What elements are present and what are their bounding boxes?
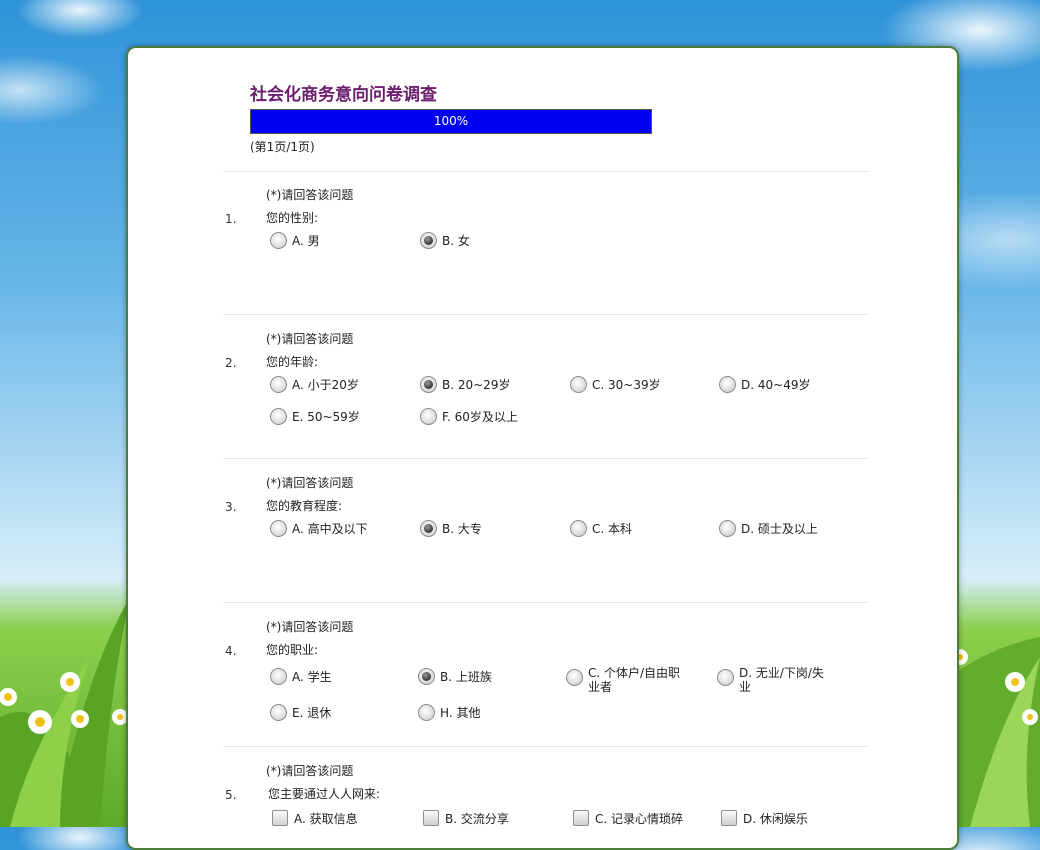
radio-button[interactable]: [420, 232, 437, 249]
option-a[interactable]: A. 获取信息: [272, 810, 358, 826]
radio-button[interactable]: [418, 668, 435, 685]
option-b[interactable]: B. 大专: [420, 520, 482, 537]
option-label: A. 小于20岁: [292, 378, 359, 392]
question-text: 您的职业:: [266, 643, 319, 657]
progress-bar: 100%: [250, 109, 652, 134]
option-c[interactable]: C. 本科: [570, 520, 633, 537]
required-note: (*)请回答该问题: [266, 764, 354, 778]
option-label: E. 50~59岁: [292, 410, 360, 424]
option-c[interactable]: C. 记录心情琐碎: [573, 810, 684, 826]
radio-button[interactable]: [566, 669, 583, 686]
option-a[interactable]: A. 高中及以下: [270, 520, 368, 537]
progress-text: 100%: [433, 114, 469, 128]
checkbox[interactable]: [272, 810, 288, 826]
option-d[interactable]: D. 无业/下岗/失业: [717, 666, 832, 694]
checkbox[interactable]: [721, 810, 737, 826]
required-note: (*)请回答该问题: [266, 188, 354, 202]
required-note: (*)请回答该问题: [266, 620, 354, 634]
radio-button[interactable]: [420, 408, 437, 425]
radio-button[interactable]: [717, 669, 734, 686]
option-label: B. 上班族: [440, 670, 492, 684]
question-text: 您的教育程度:: [266, 499, 343, 513]
survey-title: 社会化商务意向问卷调查: [250, 85, 437, 105]
option-label: C. 个体户/自由职业者: [588, 666, 681, 694]
option-label: C. 30~39岁: [592, 378, 661, 392]
option-d[interactable]: D. 硕士及以上: [719, 520, 818, 537]
question-text: 您主要通过人人网来:: [268, 787, 381, 801]
option-e[interactable]: E. 退休: [270, 704, 332, 721]
question-number: 5.: [225, 788, 237, 802]
question-number: 3.: [225, 500, 237, 514]
radio-button[interactable]: [270, 704, 287, 721]
question-text: 您的年龄:: [266, 355, 319, 369]
option-a[interactable]: A. 学生: [270, 668, 332, 685]
option-label: C. 本科: [592, 522, 633, 536]
option-a-male[interactable]: A. 男: [270, 232, 320, 249]
option-label: D. 40~49岁: [741, 378, 811, 392]
option-b[interactable]: B. 交流分享: [423, 810, 509, 826]
checkbox[interactable]: [573, 810, 589, 826]
option-label: D. 硕士及以上: [741, 522, 818, 536]
question-number: 4.: [225, 644, 237, 658]
grass-decoration-right: [950, 637, 1040, 827]
option-label: B. 20~29岁: [442, 378, 511, 392]
survey-panel: 社会化商务意向问卷调查 100% (第1页/1页) (*)请回答该问题 1. 您…: [126, 46, 959, 850]
radio-button[interactable]: [418, 704, 435, 721]
required-note: (*)请回答该问题: [266, 476, 354, 490]
option-d[interactable]: D. 40~49岁: [719, 376, 811, 393]
option-label: B. 大专: [442, 522, 482, 536]
radio-button[interactable]: [420, 376, 437, 393]
grass-decoration-left: [0, 597, 130, 827]
radio-button[interactable]: [719, 520, 736, 537]
option-c[interactable]: C. 个体户/自由职业者: [566, 666, 691, 694]
question-number: 1.: [225, 212, 237, 226]
question-text: 您的性别:: [266, 211, 319, 225]
option-label: F. 60岁及以上: [442, 410, 518, 424]
required-note: (*)请回答该问题: [266, 332, 354, 346]
divider: [223, 602, 868, 603]
radio-button[interactable]: [270, 520, 287, 537]
divider: [223, 171, 868, 172]
checkbox[interactable]: [423, 810, 439, 826]
option-c[interactable]: C. 30~39岁: [570, 376, 661, 393]
radio-button[interactable]: [420, 520, 437, 537]
page-info: (第1页/1页): [250, 140, 315, 154]
radio-button[interactable]: [570, 376, 587, 393]
divider: [223, 746, 868, 747]
divider: [223, 314, 868, 315]
option-f[interactable]: F. 60岁及以上: [420, 408, 518, 425]
option-label: C. 记录心情琐碎: [595, 812, 684, 826]
option-label: E. 退休: [292, 706, 332, 720]
radio-button[interactable]: [270, 408, 287, 425]
option-label: D. 休闲娱乐: [743, 812, 808, 826]
radio-button[interactable]: [270, 232, 287, 249]
option-label: A. 高中及以下: [292, 522, 368, 536]
option-a[interactable]: A. 小于20岁: [270, 376, 359, 393]
option-label: H. 其他: [440, 706, 481, 720]
option-e[interactable]: E. 50~59岁: [270, 408, 360, 425]
option-b[interactable]: B. 20~29岁: [420, 376, 511, 393]
option-label: D. 无业/下岗/失业: [739, 666, 824, 694]
question-number: 2.: [225, 356, 237, 370]
option-b-female[interactable]: B. 女: [420, 232, 470, 249]
radio-button[interactable]: [719, 376, 736, 393]
option-label: A. 男: [292, 234, 320, 248]
option-d[interactable]: D. 休闲娱乐: [721, 810, 808, 826]
option-label: A. 学生: [292, 670, 332, 684]
option-label: A. 获取信息: [294, 812, 358, 826]
option-h[interactable]: H. 其他: [418, 704, 481, 721]
divider: [223, 458, 868, 459]
radio-button[interactable]: [270, 668, 287, 685]
option-label: B. 女: [442, 234, 470, 248]
radio-button[interactable]: [270, 376, 287, 393]
option-label: B. 交流分享: [445, 812, 509, 826]
option-b[interactable]: B. 上班族: [418, 668, 492, 685]
radio-button[interactable]: [570, 520, 587, 537]
